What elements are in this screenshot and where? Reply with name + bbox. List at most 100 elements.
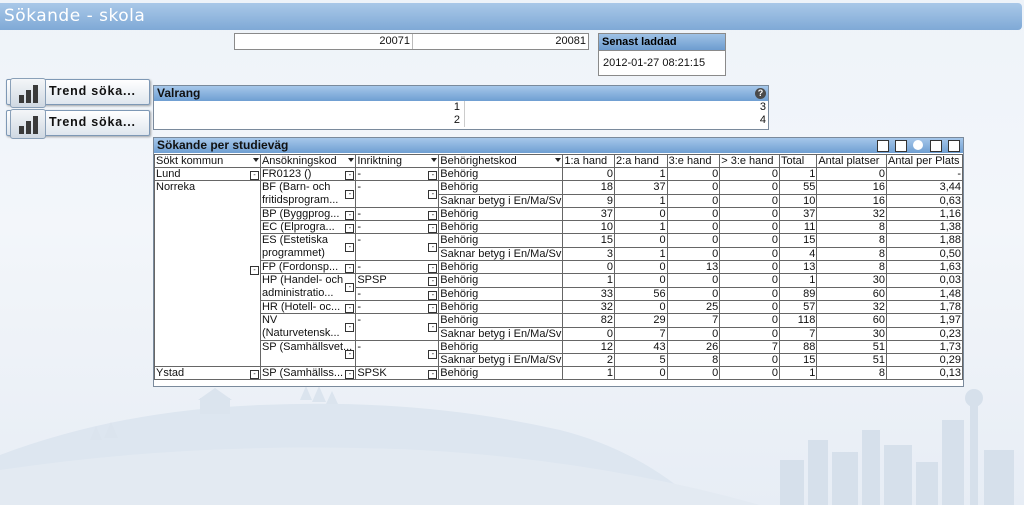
col-header-kommun[interactable]: Sökt kommun: [154, 154, 261, 168]
kommun-cell[interactable]: Norreka -: [154, 180, 261, 367]
collapse-icon[interactable]: -: [345, 283, 355, 292]
valrang-value[interactable]: 1: [154, 101, 460, 113]
ansokningskod-cell[interactable]: FP (Fordonsp... -: [259, 260, 357, 274]
ansokningskod-cell[interactable]: SP (Samhällsvet... -: [259, 340, 357, 367]
behorighetskod-cell[interactable]: Behörig: [438, 220, 564, 234]
col-header-3e-hand[interactable]: 3:e hand: [666, 154, 721, 168]
ansokningskod-cell[interactable]: EC (Elprogra... -: [259, 220, 357, 234]
behorighetskod-cell[interactable]: Behörig: [438, 340, 564, 354]
year-option-right[interactable]: 20081: [413, 35, 586, 47]
ansokningskod-cell[interactable]: HR (Hotell- oc... -: [259, 300, 357, 314]
collapse-icon[interactable]: -: [428, 370, 438, 379]
behorighetskod-cell[interactable]: Behörig: [438, 233, 564, 248]
col-header-ansokningskod[interactable]: Ansökningskod: [259, 154, 357, 168]
ansokningskod-cell[interactable]: NV (Naturvetensk... -: [259, 313, 357, 341]
behorighetskod-cell[interactable]: Behörig: [438, 273, 564, 288]
export-excel-icon[interactable]: [894, 140, 907, 152]
year-option-left[interactable]: 20071: [235, 35, 410, 47]
ansokningskod-cell[interactable]: BF (Barn- och fritidsprogram... -: [259, 180, 357, 208]
behorighetskod-cell[interactable]: Behörig: [438, 260, 564, 274]
value-cell: 10: [562, 220, 616, 234]
collapse-icon[interactable]: -: [345, 323, 355, 332]
collapse-icon[interactable]: -: [345, 211, 355, 220]
valrang-listbox[interactable]: Valrang ? 1 3 2 4: [153, 85, 769, 130]
collapse-icon[interactable]: -: [428, 171, 438, 180]
ansokningskod-cell[interactable]: HP (Handel- och administratio... -: [259, 273, 357, 301]
trend-button-1[interactable]: Trend söka...: [6, 78, 150, 108]
col-header-antal-per-plats[interactable]: Antal per Plats: [886, 154, 963, 168]
col-header-gt-3e-hand[interactable]: > 3:e hand: [719, 154, 780, 168]
inriktning-cell[interactable]: --: [355, 167, 440, 181]
trend-button-2[interactable]: Trend söka...: [6, 109, 150, 139]
inriktning-cell[interactable]: --: [355, 207, 440, 221]
inriktning-cell[interactable]: --: [355, 313, 440, 341]
valrang-row[interactable]: 2 4: [154, 114, 768, 127]
help-icon[interactable]: ?: [913, 140, 924, 150]
value-cell: 8: [816, 366, 887, 380]
inriktning-cell[interactable]: SPSP -: [355, 273, 440, 288]
ansokningskod-cell[interactable]: BP (Byggprog... -: [259, 207, 357, 221]
behorighetskod-cell[interactable]: Saknar betyg i En/Ma/Sv: [438, 246, 564, 261]
col-header-total[interactable]: Total: [778, 154, 818, 168]
minimize-icon[interactable]: [929, 140, 942, 152]
behorighetskod-cell[interactable]: Behörig: [438, 180, 564, 195]
col-header-antal-platser[interactable]: Antal platser: [816, 154, 887, 168]
kommun-cell[interactable]: Ystad -: [154, 366, 261, 380]
behorighetskod-cell[interactable]: Behörig: [438, 167, 564, 181]
ansokningskod-cell[interactable]: SP (Samhällss... -: [259, 366, 357, 380]
collapse-icon[interactable]: -: [345, 264, 355, 273]
valrang-value[interactable]: 3: [760, 101, 766, 113]
collapse-icon[interactable]: -: [428, 304, 438, 313]
inriktning-cell[interactable]: --: [355, 260, 440, 274]
behorighetskod-cell[interactable]: Saknar betyg i En/Ma/Sv: [438, 326, 564, 341]
collapse-icon[interactable]: -: [428, 211, 438, 220]
collapse-icon[interactable]: -: [345, 350, 355, 359]
kommun-cell[interactable]: Lund -: [154, 167, 261, 181]
col-header-1a-hand[interactable]: 1:a hand: [562, 154, 616, 168]
inriktning-cell[interactable]: --: [355, 300, 440, 314]
valrang-value[interactable]: 2: [154, 114, 460, 126]
behorighetskod-cell[interactable]: Behörig: [438, 300, 564, 314]
behorighetskod-cell[interactable]: Behörig: [438, 286, 564, 301]
collapse-icon[interactable]: -: [428, 277, 438, 286]
collapse-icon[interactable]: -: [345, 243, 355, 252]
print-icon[interactable]: [876, 140, 889, 152]
last-loaded-value: 2012-01-27 08:21:15: [603, 57, 706, 69]
help-icon[interactable]: ?: [755, 88, 766, 99]
col-header-behorighetskod[interactable]: Behörighetskod: [438, 154, 564, 168]
year-filter-listbox[interactable]: 20071 20081: [234, 33, 589, 50]
inriktning-cell[interactable]: --: [355, 233, 440, 261]
collapse-icon[interactable]: -: [345, 370, 355, 379]
col-header-inriktning[interactable]: Inriktning: [355, 154, 440, 168]
collapse-icon[interactable]: -: [345, 224, 355, 233]
collapse-icon[interactable]: -: [249, 171, 259, 180]
collapse-icon[interactable]: -: [428, 290, 438, 300]
collapse-icon[interactable]: -: [345, 190, 355, 199]
behorighetskod-cell[interactable]: Behörig: [438, 366, 564, 380]
collapse-icon[interactable]: -: [428, 243, 438, 252]
collapse-icon[interactable]: -: [345, 171, 355, 180]
collapse-icon[interactable]: -: [345, 304, 355, 313]
inriktning-cell[interactable]: --: [355, 286, 440, 301]
collapse-icon[interactable]: -: [249, 266, 259, 275]
behorighetskod-cell[interactable]: Saknar betyg i En/Ma/Sv: [438, 353, 564, 367]
collapse-icon[interactable]: -: [428, 224, 438, 233]
collapse-icon[interactable]: -: [428, 190, 438, 199]
inriktning-cell[interactable]: SPSK -: [355, 366, 440, 380]
ansokningskod-cell[interactable]: FR0123 () -: [259, 167, 357, 181]
valrang-value[interactable]: 4: [760, 114, 766, 126]
collapse-icon[interactable]: -: [428, 350, 438, 359]
collapse-icon[interactable]: -: [428, 323, 438, 332]
ansokningskod-cell[interactable]: ES (Estetiska programmet) -: [259, 233, 357, 261]
behorighetskod-cell[interactable]: Behörig: [438, 313, 564, 328]
behorighetskod-cell[interactable]: Saknar betyg i En/Ma/Sv: [438, 193, 564, 208]
maximize-icon[interactable]: [948, 140, 960, 152]
collapse-icon[interactable]: -: [249, 370, 259, 379]
collapse-icon[interactable]: -: [428, 264, 438, 273]
inriktning-cell[interactable]: --: [355, 220, 440, 234]
inriktning-cell[interactable]: --: [355, 180, 440, 208]
behorighetskod-cell[interactable]: Behörig: [438, 207, 564, 221]
col-header-2a-hand[interactable]: 2:a hand: [614, 154, 668, 168]
valrang-row[interactable]: 1 3: [154, 101, 768, 114]
inriktning-cell[interactable]: --: [355, 340, 440, 367]
